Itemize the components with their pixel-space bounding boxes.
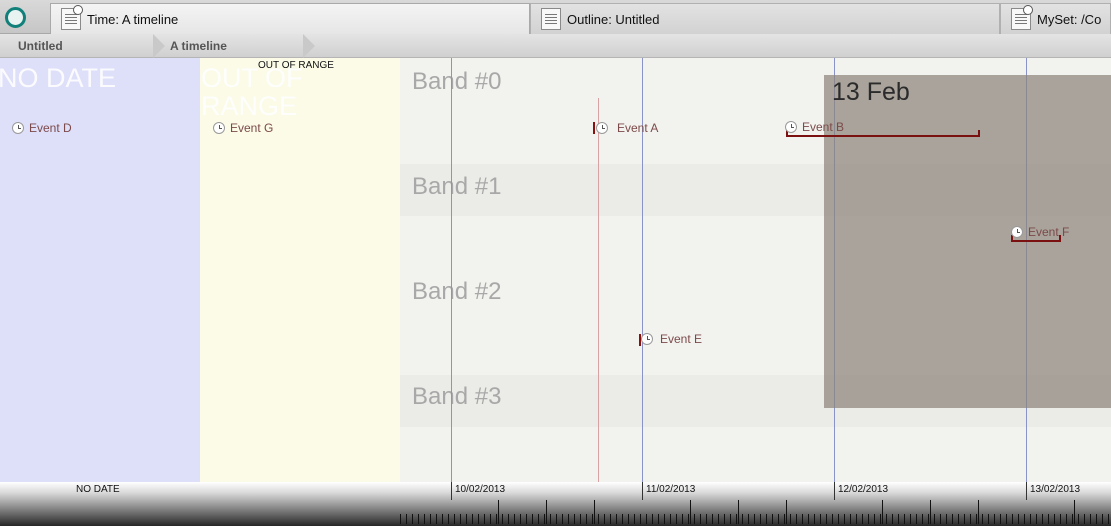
event-e[interactable]: Event E bbox=[641, 332, 702, 346]
time-cursor-line bbox=[598, 98, 599, 482]
time-ruler[interactable]: NO DATE 10/02/2013 11/02/2013 12/02/2013… bbox=[0, 482, 1111, 526]
event-label: Event G bbox=[230, 121, 274, 135]
ruler-major-tick bbox=[834, 482, 835, 500]
ruler-minor-ticks bbox=[400, 514, 1111, 524]
event-b[interactable]: Event B bbox=[785, 120, 844, 134]
event-a-marker bbox=[593, 122, 595, 134]
date-highlight-overlay bbox=[824, 75, 1111, 408]
event-label: Event E bbox=[660, 332, 703, 346]
event-a[interactable]: Event A bbox=[596, 121, 658, 135]
out-of-range-heading: OUT OF RANGE bbox=[201, 63, 303, 121]
timeline-canvas[interactable]: NO DATE OUT OF RANGE OUT OF RANGE Band #… bbox=[0, 58, 1111, 482]
tab-label: Time: A timeline bbox=[87, 11, 179, 27]
tab-outline[interactable]: Outline: Untitled bbox=[530, 3, 1000, 34]
event-f-range-bar bbox=[1011, 235, 1061, 242]
band-label-2: Band #2 bbox=[412, 278, 502, 305]
event-label: Event B bbox=[802, 120, 845, 134]
tab-myset[interactable]: MySet: /Co bbox=[1000, 3, 1111, 34]
event-g[interactable]: Event G bbox=[213, 121, 273, 135]
outline-document-icon bbox=[541, 8, 561, 30]
home-button[interactable] bbox=[5, 7, 26, 28]
breadcrumb-item-untitled[interactable]: Untitled bbox=[18, 37, 63, 55]
breadcrumb-separator bbox=[303, 34, 315, 58]
tab-label: MySet: /Co bbox=[1037, 11, 1102, 27]
event-f[interactable]: Event F bbox=[1011, 225, 1069, 239]
ruler-date-label: 13/02/2013 bbox=[1030, 484, 1081, 495]
ruler-major-tick bbox=[1026, 482, 1027, 500]
event-label: Event F bbox=[1028, 225, 1070, 239]
band-label-1: Band #1 bbox=[412, 173, 502, 200]
no-date-heading: NO DATE bbox=[0, 64, 117, 92]
tab-label: Outline: Untitled bbox=[567, 11, 660, 27]
ruler-date-label: 11/02/2013 bbox=[646, 484, 696, 495]
date-highlight-label: 13 Feb bbox=[832, 78, 910, 106]
ruler-date-label: 12/02/2013 bbox=[838, 484, 889, 495]
breadcrumb-item-timeline[interactable]: A timeline bbox=[170, 37, 227, 55]
event-b-range-bar bbox=[786, 130, 980, 137]
clock-icon bbox=[641, 333, 653, 345]
out-of-range-label: OUT OF RANGE bbox=[258, 60, 334, 71]
event-label: Event A bbox=[617, 121, 659, 135]
ruler-major-tick bbox=[642, 482, 643, 500]
clock-icon bbox=[596, 122, 608, 134]
clock-icon bbox=[12, 122, 24, 134]
timeline-document-icon bbox=[61, 5, 83, 30]
tab-bar: Time: A timeline Outline: Untitled MySet… bbox=[0, 0, 1111, 34]
clock-icon bbox=[213, 122, 225, 134]
breadcrumb-separator bbox=[153, 34, 165, 58]
band-label-0: Band #0 bbox=[412, 68, 502, 95]
ruler-date-label: 10/02/2013 bbox=[455, 484, 506, 495]
clock-icon bbox=[785, 121, 797, 133]
breadcrumb: Untitled A timeline bbox=[0, 34, 1111, 58]
day-gridline bbox=[451, 58, 452, 482]
event-label: Event D bbox=[29, 121, 72, 135]
event-d[interactable]: Event D bbox=[12, 121, 72, 135]
tab-time-timeline[interactable]: Time: A timeline bbox=[50, 3, 530, 34]
band-label-3: Band #3 bbox=[412, 383, 502, 410]
ruler-major-tick bbox=[451, 482, 452, 500]
set-document-icon bbox=[1011, 5, 1033, 30]
ruler-no-date-label: NO DATE bbox=[76, 484, 120, 495]
clock-icon bbox=[1011, 226, 1023, 238]
